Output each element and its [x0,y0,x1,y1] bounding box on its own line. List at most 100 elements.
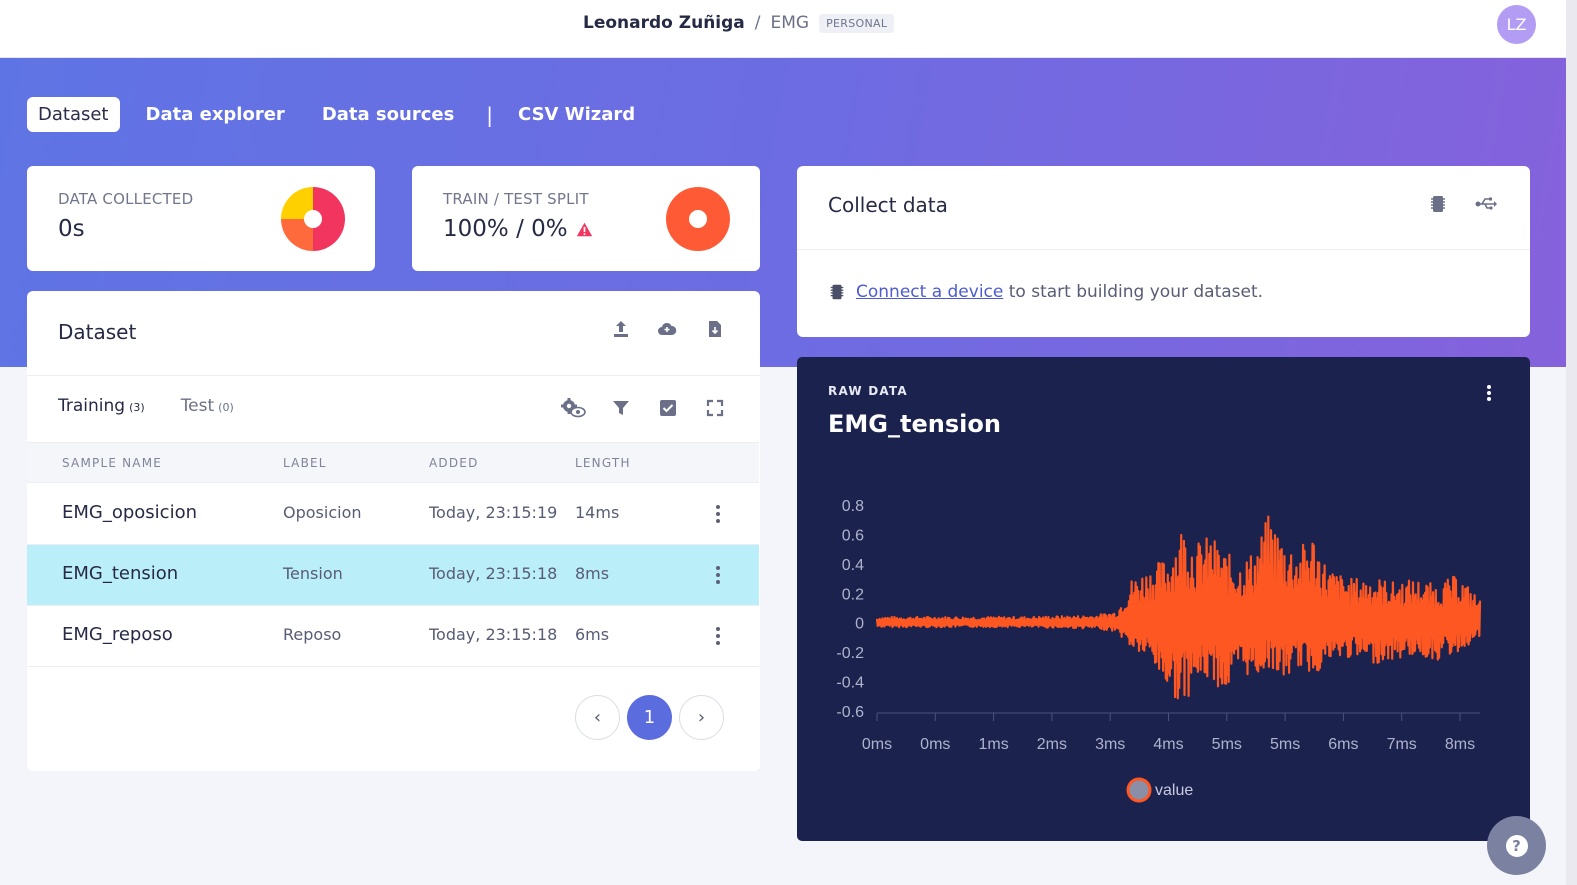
tab-data-sources[interactable]: Data sources [311,97,465,132]
y-tick-label: -0.2 [836,645,864,662]
y-tick-label: -0.4 [836,675,864,692]
settings-eye-icon[interactable] [558,397,588,419]
expand-icon[interactable] [704,397,726,419]
column-length[interactable]: LENGTH [575,456,631,470]
help-icon: ? [1505,834,1528,857]
x-tick-label: 0ms [862,736,892,753]
row-menu-icon[interactable] [715,566,721,584]
row-label: Oposicion [283,503,362,522]
divider [797,249,1530,250]
tab-training[interactable]: Training (3) [58,396,145,416]
x-tick-label: 0ms [920,736,950,753]
x-tick-label: 5ms [1212,736,1242,753]
x-tick-label: 7ms [1387,736,1417,753]
x-tick-label: 1ms [978,736,1008,753]
top-bar: Leonardo Zuñiga / EMG PERSONAL LZ [0,0,1566,58]
table-row-selected[interactable]: EMG_tension Tension Today, 23:15:18 8ms [27,545,759,606]
help-button[interactable]: ? [1487,816,1546,875]
main-nav: Dataset Data explorer Data sources | CSV… [27,97,661,132]
usb-icon[interactable] [1473,193,1499,215]
project-badge: PERSONAL [819,13,895,33]
row-added: Today, 23:15:18 [429,625,558,644]
split-donut [666,187,730,251]
raw-data-chart: 0.8 0.6 0.4 0.2 0 -0.2 -0.4 -0.6 0ms 0ms 1ms 2ms 3ms… [836,498,1482,803]
y-tick-label: -0.6 [836,704,864,721]
x-tick-label: 3ms [1095,736,1125,753]
cloud-upload-icon[interactable] [656,318,678,340]
tab-dataset[interactable]: Dataset [27,97,120,132]
dataset-title: Dataset [58,320,137,344]
connect-device-link[interactable]: Connect a device [856,282,1003,302]
row-sample-name: EMG_oposicion [62,502,197,523]
y-tick-label: 0.8 [842,498,864,515]
column-added[interactable]: ADDED [429,456,479,470]
breadcrumb-owner[interactable]: Leonardo Zuñiga [583,13,745,33]
legend-marker [1126,777,1152,803]
y-tick-label: 0.4 [842,557,864,574]
raw-data-panel: RAW DATA EMG_tension 0.8 0.6 0.4 0.2 0 -0.2 -0… [797,357,1530,841]
chip-icon [830,284,844,300]
column-sample-name[interactable]: SAMPLE NAME [62,456,162,470]
filter-icon[interactable] [610,397,632,419]
x-tick-label: 6ms [1328,736,1358,753]
avatar[interactable]: LZ [1497,5,1536,44]
y-tick-label: 0 [855,616,864,633]
breadcrumb-separator: / [754,13,761,33]
dataset-subtabs: Training (3) Test (0) [58,396,234,416]
split-number: 100% / 0% [443,216,568,242]
tab-test-count: (0) [218,401,234,414]
x-tick-label: 2ms [1037,736,1067,753]
data-collected-value: 0s [58,216,85,242]
data-collected-label: DATA COLLECTED [58,190,194,208]
data-collected-donut [281,187,345,251]
tab-data-explorer[interactable]: Data explorer [135,97,296,132]
x-tick-label: 5ms [1270,736,1300,753]
data-collected-number: 0s [58,216,85,242]
split-value: 100% / 0% [443,216,593,242]
table-row[interactable]: EMG_oposicion Oposicion Today, 23:15:19 … [27,484,759,545]
download-icon[interactable] [704,318,726,340]
collect-data-title: Collect data [828,193,948,217]
chip-icon[interactable] [1427,193,1449,215]
divider [27,375,760,376]
tab-csv-wizard[interactable]: CSV Wizard [507,97,646,132]
column-label[interactable]: LABEL [283,456,327,470]
row-sample-name: EMG_reposo [62,624,173,645]
row-length: 6ms [575,625,610,644]
y-tick-label: 0.2 [842,586,864,603]
table-header: SAMPLE NAME LABEL ADDED LENGTH [27,442,759,483]
legend-label: value [1155,782,1193,799]
scrollbar[interactable] [1566,0,1577,885]
checkbox-icon[interactable] [657,397,679,419]
x-tick-label: 8ms [1445,736,1475,753]
series-line-value [875,515,1482,700]
x-tick-label: 4ms [1153,736,1183,753]
row-menu-icon[interactable] [715,505,721,523]
row-label: Reposo [283,625,342,644]
row-length: 14ms [575,503,620,522]
pagination-next-button[interactable]: › [679,695,724,740]
row-added: Today, 23:15:18 [429,564,558,583]
row-menu-icon[interactable] [715,627,721,645]
pagination-prev-button[interactable]: ‹ [575,695,620,740]
breadcrumb-project[interactable]: EMG [771,13,810,33]
data-collected-card: DATA COLLECTED 0s [27,166,375,271]
row-label: Tension [283,564,343,583]
tab-test-label: Test [180,396,215,416]
collect-data-card: Collect data Connect a device to start b… [797,166,1530,337]
dataset-card: Dataset Training (3) Test (0) SAMPLE NAME … [27,291,760,771]
tab-test[interactable]: Test (0) [181,396,234,416]
upload-icon[interactable] [610,318,632,340]
collect-message-text: to start building your dataset. [1008,282,1264,302]
pagination-page-button[interactable]: 1 [627,695,672,740]
nav-divider: | [486,102,494,127]
breadcrumb: Leonardo Zuñiga / EMG PERSONAL [583,13,895,33]
y-tick-label: 0.6 [842,527,864,544]
warning-icon [576,222,592,236]
collect-message: Connect a device to start building your … [828,282,1263,302]
split-label: TRAIN / TEST SPLIT [443,190,589,208]
tab-training-count: (3) [129,401,145,414]
row-added: Today, 23:15:19 [429,503,558,522]
table-row[interactable]: EMG_reposo Reposo Today, 23:15:18 6ms [27,606,759,667]
train-test-split-card: TRAIN / TEST SPLIT 100% / 0% [412,166,760,271]
